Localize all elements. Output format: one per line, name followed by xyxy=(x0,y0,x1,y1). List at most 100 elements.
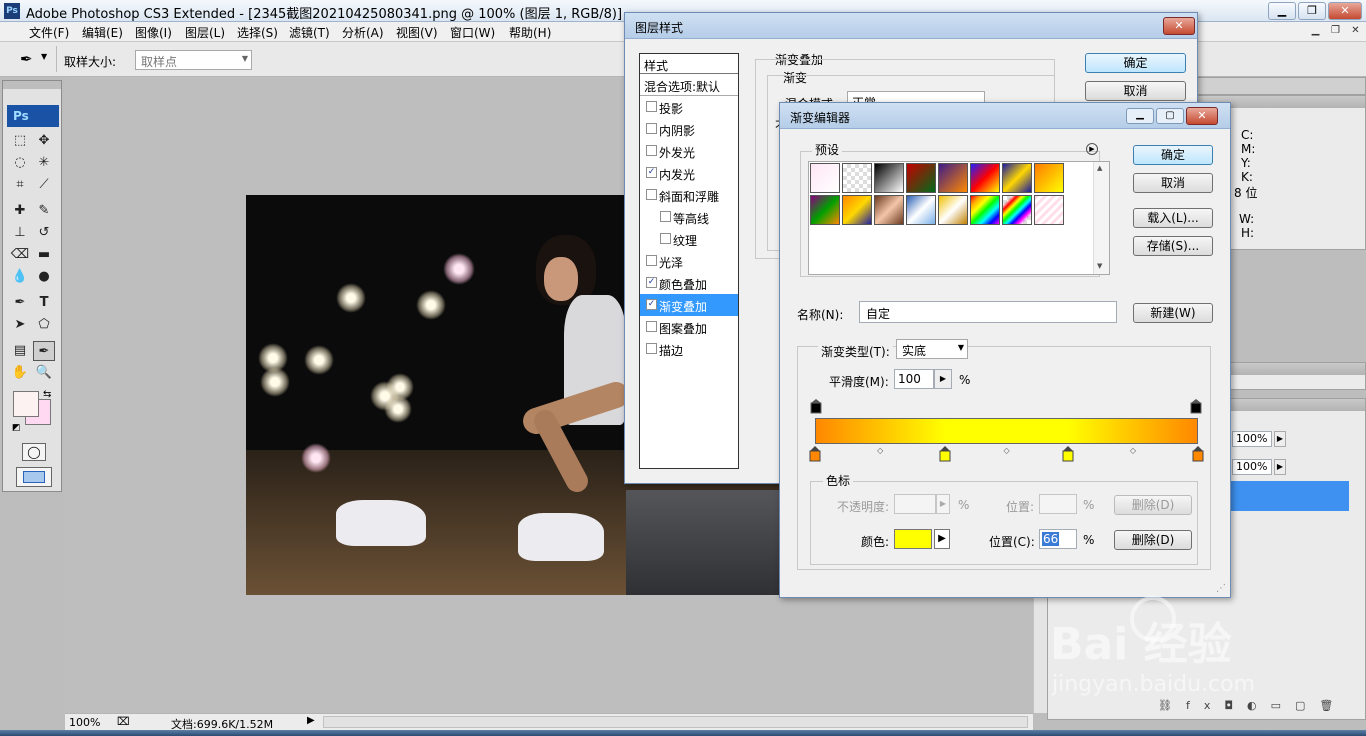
style-checkbox[interactable] xyxy=(646,123,657,134)
move-tool-icon[interactable]: ✥ xyxy=(33,131,55,151)
style-checkbox[interactable] xyxy=(646,321,657,332)
menu-image[interactable]: 图像(I) xyxy=(135,24,172,41)
color-location-input[interactable]: 66 xyxy=(1039,529,1077,549)
type-tool-icon[interactable]: T xyxy=(33,293,55,313)
minimize-button[interactable]: ▁ xyxy=(1268,2,1296,20)
stop-color-delete-button[interactable]: 删除(D) xyxy=(1114,530,1192,550)
selected-layer-row[interactable] xyxy=(1231,481,1349,511)
style-item[interactable]: 纹理 xyxy=(640,228,738,250)
gradient-ramp[interactable] xyxy=(815,418,1198,444)
healing-brush-icon[interactable]: ✚ xyxy=(9,201,31,221)
presets-scrollbar[interactable]: ▲ ▼ xyxy=(1093,162,1109,274)
layer-style-close-button[interactable]: ✕ xyxy=(1163,17,1195,35)
style-item[interactable]: 斜面和浮雕 xyxy=(640,184,738,206)
style-checkbox[interactable] xyxy=(646,189,657,200)
eraser-tool-icon[interactable]: ⌫ xyxy=(9,245,31,265)
style-checkbox[interactable] xyxy=(660,211,671,222)
gradient-name-input[interactable]: 自定 xyxy=(859,301,1117,323)
color-menu-arrow-icon[interactable]: ▶ xyxy=(934,529,950,549)
pen-tool-icon[interactable]: ✒ xyxy=(9,293,31,313)
menu-window[interactable]: 窗口(W) xyxy=(450,24,495,41)
styles-header[interactable]: 样式 xyxy=(640,54,738,74)
resize-grip-icon[interactable]: ⋰ xyxy=(1216,583,1226,594)
menu-file[interactable]: 文件(F) xyxy=(29,24,69,41)
doc-restore-icon[interactable]: ❐ xyxy=(1328,24,1343,39)
gradient-editor-close-button[interactable]: ✕ xyxy=(1186,107,1218,125)
style-item[interactable]: 描边 xyxy=(640,338,738,360)
layer-style-ok-button[interactable]: 确定 xyxy=(1085,53,1186,73)
maximize-icon[interactable]: ▢ xyxy=(1156,108,1184,124)
scroll-down-icon[interactable]: ▼ xyxy=(1097,262,1102,270)
preset-swatch[interactable] xyxy=(938,163,968,193)
doc-close-icon[interactable]: ✕ xyxy=(1348,24,1363,39)
preset-swatch[interactable] xyxy=(810,195,840,225)
color-stops-track[interactable]: ◇ ◇ ◇ xyxy=(809,446,1204,464)
style-checkbox[interactable] xyxy=(646,145,657,156)
preset-swatch[interactable] xyxy=(842,163,872,193)
smoothness-arrow-icon[interactable]: ▶ xyxy=(934,369,952,389)
color-stop-marker[interactable] xyxy=(809,446,821,462)
preset-swatch[interactable] xyxy=(874,163,904,193)
zoom-tool-icon[interactable]: 🔍 xyxy=(33,363,55,383)
shape-tool-icon[interactable]: ⬠ xyxy=(33,315,55,335)
doc-minimize-icon[interactable]: ▁ xyxy=(1308,24,1323,39)
tool-preset-arrow-icon[interactable]: ▼ xyxy=(41,52,47,61)
eyedropper-tool-icon[interactable]: ✒ xyxy=(33,341,55,361)
sample-size-select[interactable]: 取样点 ▼ xyxy=(135,50,252,70)
style-item[interactable]: ✓ 渐变叠加 xyxy=(640,294,738,316)
menu-analysis[interactable]: 分析(A) xyxy=(342,24,384,41)
style-item[interactable]: ✓ 颜色叠加 xyxy=(640,272,738,294)
style-item[interactable]: 图案叠加 xyxy=(640,316,738,338)
style-item[interactable]: 光泽 xyxy=(640,250,738,272)
smoothness-input[interactable]: 100 xyxy=(894,369,934,389)
menu-select[interactable]: 选择(S) xyxy=(237,24,278,41)
layers-footer-icons[interactable]: ⛓fx◘◐▭▢🗑 xyxy=(1158,699,1358,715)
toolbox-grip[interactable] xyxy=(3,81,61,89)
color-stop-marker[interactable] xyxy=(1062,446,1074,462)
stop-location-input[interactable] xyxy=(1039,494,1077,514)
preset-swatch[interactable] xyxy=(906,163,936,193)
layer-opacity-field[interactable]: 100% xyxy=(1232,431,1272,447)
gradient-new-button[interactable]: 新建(W) xyxy=(1133,303,1213,323)
close-button[interactable]: ✕ xyxy=(1328,2,1362,20)
menu-layer[interactable]: 图层(L) xyxy=(185,24,225,41)
slice-tool-icon[interactable]: ⟋ xyxy=(33,175,55,195)
preset-swatch[interactable] xyxy=(810,163,840,193)
style-item[interactable]: 投影 xyxy=(640,96,738,118)
style-item[interactable]: 等高线 xyxy=(640,206,738,228)
clone-stamp-icon[interactable]: ⊥ xyxy=(9,223,31,243)
ps-logo[interactable]: Ps xyxy=(7,105,59,127)
color-stop-marker[interactable] xyxy=(1192,446,1204,462)
presets-menu-icon[interactable]: ▶ xyxy=(1086,143,1098,155)
scroll-up-icon[interactable]: ▲ xyxy=(1097,164,1102,172)
gradient-ok-button[interactable]: 确定 xyxy=(1133,145,1213,165)
crop-tool-icon[interactable]: ⌗ xyxy=(9,175,31,195)
style-checkbox[interactable] xyxy=(660,233,671,244)
stop-opacity-input[interactable] xyxy=(894,494,936,514)
notes-tool-icon[interactable]: ▤ xyxy=(9,341,31,361)
preset-swatch[interactable] xyxy=(1034,163,1064,193)
gradient-type-select[interactable]: 实底 ▼ xyxy=(896,339,968,359)
opacity-arrow-icon[interactable]: ▶ xyxy=(1274,431,1286,447)
foreground-color-swatch[interactable] xyxy=(13,391,39,417)
style-checkbox[interactable] xyxy=(646,255,657,266)
preset-swatch[interactable] xyxy=(1002,163,1032,193)
menu-help[interactable]: 帮助(H) xyxy=(509,24,551,41)
status-menu-arrow-icon[interactable]: ▶ xyxy=(307,715,315,726)
style-checkbox[interactable] xyxy=(646,101,657,112)
hand-tool-icon[interactable]: ✋ xyxy=(9,363,31,383)
default-colors-icon[interactable]: ◩ xyxy=(12,423,21,433)
menu-edit[interactable]: 编辑(E) xyxy=(82,24,123,41)
horizontal-scrollbar[interactable] xyxy=(323,716,1028,728)
style-item[interactable]: 内阴影 xyxy=(640,118,738,140)
screen-mode-icon[interactable] xyxy=(16,467,52,487)
preset-swatch[interactable] xyxy=(1034,195,1064,225)
marquee-tool-icon[interactable]: ⬚ xyxy=(9,131,31,151)
fill-arrow-icon[interactable]: ▶ xyxy=(1274,459,1286,475)
magic-wand-icon[interactable]: ✳ xyxy=(33,153,55,173)
preset-swatch[interactable] xyxy=(1002,195,1032,225)
gradient-load-button[interactable]: 载入(L)... xyxy=(1133,208,1213,228)
layer-style-cancel-button[interactable]: 取消 xyxy=(1085,81,1186,101)
preset-swatch[interactable] xyxy=(970,195,1000,225)
gradient-editor-titlebar[interactable]: 渐变编辑器 ▁ ▢ ✕ xyxy=(780,103,1230,129)
